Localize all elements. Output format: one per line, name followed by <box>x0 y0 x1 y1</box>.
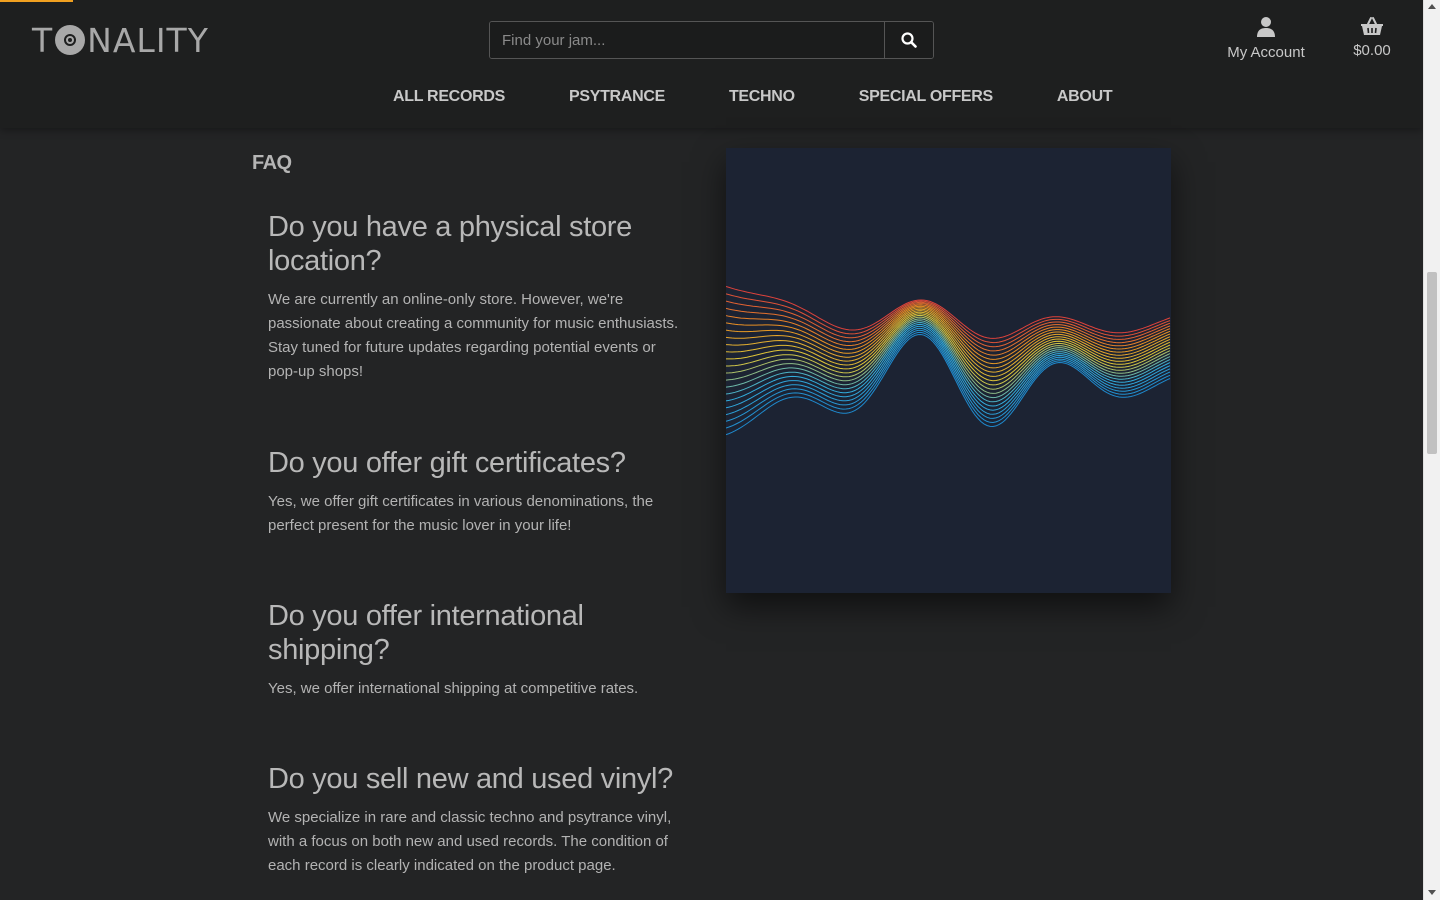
search-icon <box>901 32 917 48</box>
faq-answer: Yes, we offer international shipping at … <box>268 680 639 697</box>
site-header: T NALITY My Account <box>0 0 1423 128</box>
faq-question: Do you have a physical store location? <box>268 211 632 277</box>
faq-answer: We are currently an online-only store. H… <box>268 291 679 380</box>
scroll-down-arrow-icon[interactable] <box>1428 890 1436 895</box>
cart-total: $0.00 <box>1353 42 1391 59</box>
page-loading-bar <box>0 0 73 2</box>
nav-techno[interactable]: TECHNO <box>729 88 795 106</box>
logo-text-start: T <box>32 20 54 60</box>
faq-answer: We specialize in rare and classic techno… <box>268 809 672 874</box>
search-button[interactable] <box>884 22 933 58</box>
sound-wave-artwork <box>725 148 1171 593</box>
search-input[interactable] <box>490 22 884 58</box>
nav-about[interactable]: ABOUT <box>1057 88 1113 106</box>
page-scrollbar[interactable] <box>1423 0 1440 900</box>
wave-line <box>725 329 1171 422</box>
scroll-up-arrow-icon[interactable] <box>1428 4 1436 9</box>
nav-all-records[interactable]: ALL RECORDS <box>393 88 505 106</box>
basket-icon <box>1361 17 1383 35</box>
main-nav: ALL RECORDS PSYTRANCE TECHNO SPECIAL OFF… <box>393 88 1113 106</box>
user-icon <box>1257 17 1275 37</box>
faq-item: Do you have a physical store location? W… <box>268 210 683 384</box>
scrollbar-thumb[interactable] <box>1427 272 1437 454</box>
page-title: FAQ <box>252 152 292 174</box>
faq-question: Do you sell new and used vinyl? <box>268 763 673 795</box>
faq-question: Do you offer gift certificates? <box>268 447 626 479</box>
faq-item: Do you offer international shipping? Yes… <box>268 599 683 701</box>
wave-line <box>726 313 1171 382</box>
faq-item: Do you sell new and used vinyl? We speci… <box>268 762 683 878</box>
nav-special-offers[interactable]: SPECIAL OFFERS <box>859 88 994 106</box>
faq-answer: Yes, we offer gift certificates in vario… <box>268 493 654 534</box>
faq-question: Do you offer international shipping? <box>268 600 584 666</box>
page-viewport: T NALITY My Account <box>0 0 1423 900</box>
cart-link[interactable]: $0.00 <box>1346 16 1398 59</box>
site-logo[interactable]: T NALITY <box>32 20 209 60</box>
my-account-link[interactable]: My Account <box>1222 16 1310 61</box>
vinyl-disc-icon <box>55 25 86 55</box>
logo-text-end: NALITY <box>87 20 209 60</box>
nav-psytrance[interactable]: PSYTRANCE <box>569 88 665 106</box>
sound-wave-image <box>725 286 1171 436</box>
my-account-label: My Account <box>1227 44 1305 61</box>
faq-item: Do you offer gift certificates? Yes, we … <box>268 446 683 538</box>
search-bar <box>489 21 934 59</box>
